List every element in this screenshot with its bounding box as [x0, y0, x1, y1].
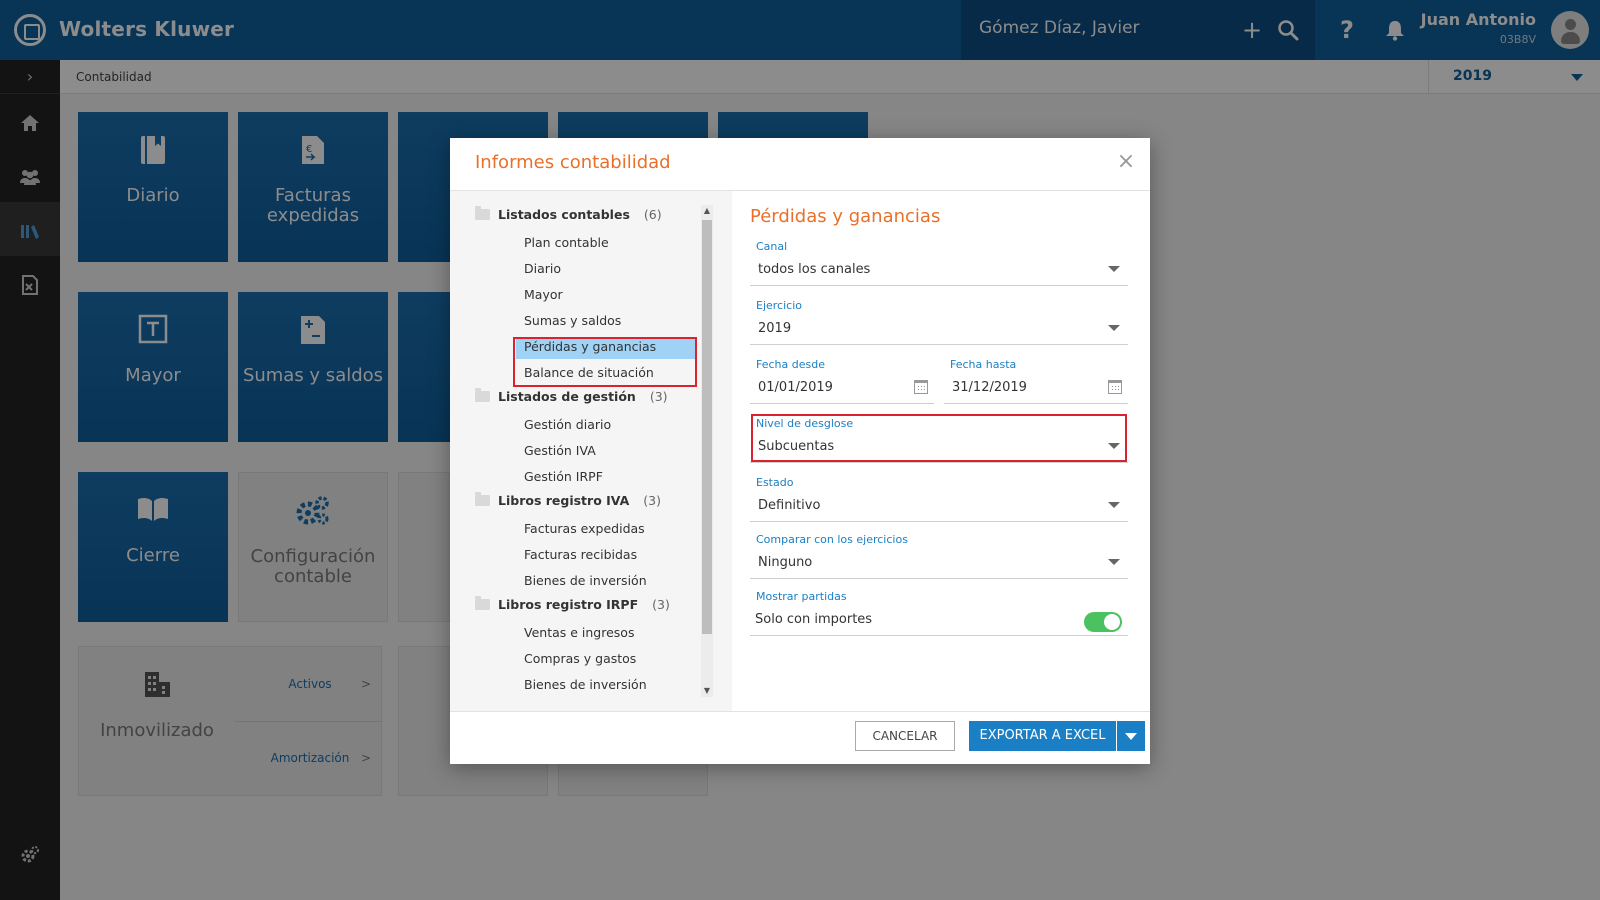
mostrar-partidas-field: Mostrar partidas Solo con importes: [750, 588, 1128, 636]
scroll-down-icon[interactable]: ▼: [701, 685, 713, 697]
ejercicio-value: 2019: [758, 321, 792, 336]
folder-icon: [475, 596, 490, 610]
estado-label: Estado: [756, 476, 794, 489]
chevron-down-icon: [1108, 559, 1120, 565]
folder-icon: [475, 388, 490, 402]
tree-group-label: Listados contables: [498, 207, 630, 222]
estado-select[interactable]: Estado Definitivo: [750, 474, 1128, 522]
modal-title: Informes contabilidad: [475, 152, 671, 173]
tree-group-count: (3): [643, 493, 662, 508]
tree-item-balance-de-situacion[interactable]: Balance de situación: [516, 363, 662, 385]
tree-group-label: Libros registro IRPF: [498, 597, 639, 612]
ejercicio-label: Ejercicio: [756, 299, 802, 312]
chevron-down-icon: [1108, 443, 1120, 449]
canal-select[interactable]: Canal todos los canales: [750, 238, 1128, 286]
fecha-desde-value: 01/01/2019: [758, 380, 833, 395]
tree-group-listados-gestion[interactable]: Listados de gestión (3): [475, 388, 668, 411]
tree-group-libros-registro-iva[interactable]: Libros registro IVA (3): [475, 492, 662, 515]
mostrar-partidas-label: Mostrar partidas: [756, 590, 847, 603]
cancel-button[interactable]: CANCELAR: [855, 721, 955, 751]
chevron-down-icon: [1108, 502, 1120, 508]
fecha-hasta-label: Fecha hasta: [950, 358, 1017, 371]
comparar-value: Ninguno: [758, 555, 813, 570]
folder-icon: [475, 206, 490, 220]
tree-group-listados-contables[interactable]: Listados contables (6): [475, 206, 662, 229]
tree-item-compras-y-gastos[interactable]: Compras y gastos: [516, 649, 644, 671]
tree-scroll-thumb[interactable]: [702, 220, 712, 634]
tree-group-libros-registro-irpf[interactable]: Libros registro IRPF (3): [475, 596, 670, 619]
tree-item-gestion-irpf[interactable]: Gestión IRPF: [516, 467, 611, 489]
mostrar-partidas-toggle[interactable]: [1084, 612, 1122, 632]
fecha-desde-field[interactable]: Fecha desde 01/01/2019: [750, 356, 934, 404]
fecha-hasta-value: 31/12/2019: [952, 380, 1027, 395]
fecha-desde-label: Fecha desde: [756, 358, 825, 371]
tree-item-mayor[interactable]: Mayor: [516, 285, 571, 307]
nivel-desglose-value: Subcuentas: [758, 439, 835, 454]
estado-value: Definitivo: [758, 498, 821, 513]
chevron-down-icon: [1108, 266, 1120, 272]
nivel-desglose-label: Nivel de desglose: [756, 417, 854, 430]
tree-item-facturas-expedidas[interactable]: Facturas expedidas: [516, 519, 653, 541]
tree-group-label: Libros registro IVA: [498, 493, 630, 508]
tree-item-bienes-inversion-irpf[interactable]: Bienes de inversión: [516, 675, 655, 697]
calendar-icon[interactable]: [1108, 380, 1122, 394]
fecha-hasta-field[interactable]: Fecha hasta 31/12/2019: [944, 356, 1128, 404]
tree-item-sumas-y-saldos[interactable]: Sumas y saldos: [516, 311, 629, 333]
canal-label: Canal: [756, 240, 788, 253]
scroll-up-icon[interactable]: ▲: [701, 205, 713, 217]
tree-item-bienes-inversion-iva[interactable]: Bienes de inversión: [516, 571, 655, 593]
tree-item-diario[interactable]: Diario: [516, 259, 569, 281]
tree-item-ventas-e-ingresos[interactable]: Ventas e ingresos: [516, 623, 642, 645]
tree-item-facturas-recibidas[interactable]: Facturas recibidas: [516, 545, 645, 567]
tree-group-count: (3): [652, 597, 670, 612]
calendar-icon[interactable]: [914, 380, 928, 394]
tree-item-gestion-iva[interactable]: Gestión IVA: [516, 441, 604, 463]
folder-icon: [475, 492, 490, 506]
tree-group-label: Listados de gestión: [498, 389, 636, 404]
export-options-chevron-down-icon[interactable]: [1117, 721, 1145, 751]
canal-value: todos los canales: [758, 262, 871, 277]
informes-contabilidad-dialog: Informes contabilidad × Listados contabl…: [450, 138, 1150, 764]
mostrar-partidas-value: Solo con importes: [755, 612, 873, 627]
tree-item-plan-contable[interactable]: Plan contable: [516, 233, 617, 255]
tree-group-count: (3): [649, 389, 668, 404]
tree-item-perdidas-y-ganancias[interactable]: Pérdidas y ganancias: [516, 337, 696, 359]
comparar-label: Comparar con los ejercicios: [756, 533, 908, 546]
tree-group-count: (6): [643, 207, 662, 222]
comparar-select[interactable]: Comparar con los ejercicios Ninguno: [750, 531, 1128, 579]
divider: [450, 711, 1150, 712]
report-tree: Listados contables (6) Plan contable Diar…: [450, 191, 732, 711]
nivel-desglose-select[interactable]: Nivel de desglose Subcuentas: [750, 415, 1128, 463]
form-title: Pérdidas y ganancias: [750, 206, 941, 227]
tree-item-gestion-diario[interactable]: Gestión diario: [516, 415, 619, 437]
export-excel-button[interactable]: EXPORTAR A EXCEL: [969, 721, 1116, 751]
chevron-down-icon: [1108, 325, 1120, 331]
ejercicio-select[interactable]: Ejercicio 2019: [750, 297, 1128, 345]
close-icon[interactable]: ×: [1114, 150, 1138, 174]
